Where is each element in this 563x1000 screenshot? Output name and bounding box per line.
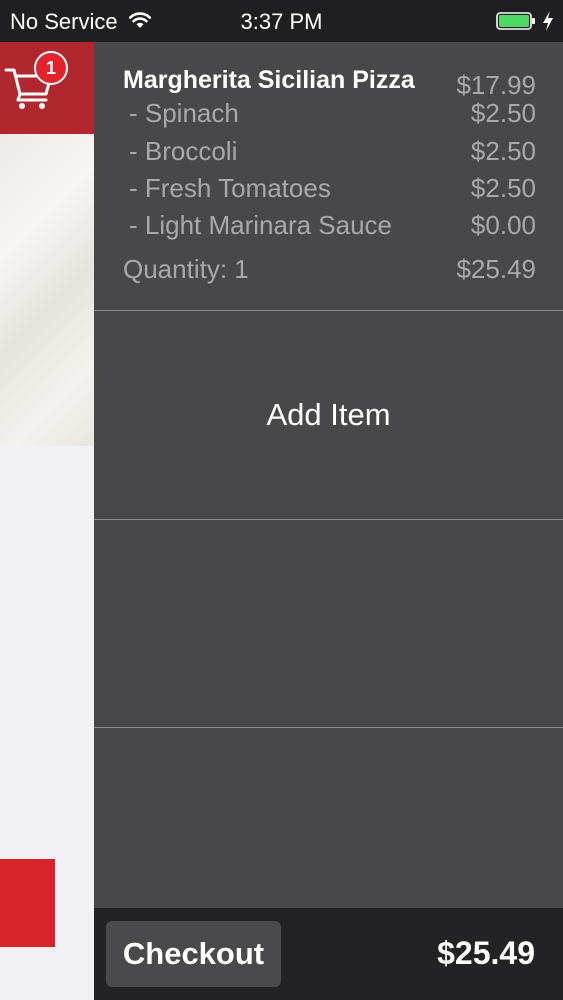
cart-item[interactable]: Margherita Sicilian Pizza $17.99 - Spina… <box>94 42 563 311</box>
cart-button[interactable]: 1 <box>0 42 94 134</box>
modifier-name: - Fresh Tomatoes <box>129 173 331 203</box>
item-total: $25.49 <box>456 254 536 284</box>
background-page: 1 <box>0 42 94 1000</box>
modifier-name: - Spinach <box>129 98 239 128</box>
modifier-price: $0.00 <box>470 210 536 240</box>
battery-charging-icon <box>496 12 535 30</box>
modifier-row: - Fresh Tomatoes $2.50 <box>129 173 536 207</box>
red-banner <box>0 859 55 947</box>
charging-bolt-icon <box>543 11 553 31</box>
background-image <box>0 134 94 446</box>
screen: No Service 3:37 PM 1 Margherita Sicilian… <box>0 0 563 1000</box>
modifier-price: $2.50 <box>470 136 536 166</box>
quantity-label: Quantity: 1 <box>123 254 249 284</box>
modifier-price: $2.50 <box>470 98 536 128</box>
item-base-price: $17.99 <box>456 70 536 100</box>
modifier-name: - Broccoli <box>129 136 238 166</box>
checkout-bar: Checkout $25.49 <box>94 908 563 1000</box>
modifier-row: - Spinach $2.50 <box>129 98 536 132</box>
checkout-button[interactable]: Checkout <box>106 921 281 987</box>
modifier-row: - Broccoli $2.50 <box>129 136 536 170</box>
clock: 3:37 PM <box>240 9 323 34</box>
cart-drawer: Margherita Sicilian Pizza $17.99 - Spina… <box>94 42 563 908</box>
empty-row <box>94 520 563 728</box>
cart-count-badge: 1 <box>34 51 68 85</box>
modifier-price: $2.50 <box>470 173 536 203</box>
modifier-row: - Light Marinara Sauce $0.00 <box>129 210 536 244</box>
modifier-name: - Light Marinara Sauce <box>129 210 393 240</box>
status-bar: No Service 3:37 PM <box>0 0 563 42</box>
item-name: Margherita Sicilian Pizza <box>123 66 415 94</box>
order-total: $25.49 <box>437 935 535 971</box>
add-item-button[interactable]: Add Item <box>94 311 563 520</box>
